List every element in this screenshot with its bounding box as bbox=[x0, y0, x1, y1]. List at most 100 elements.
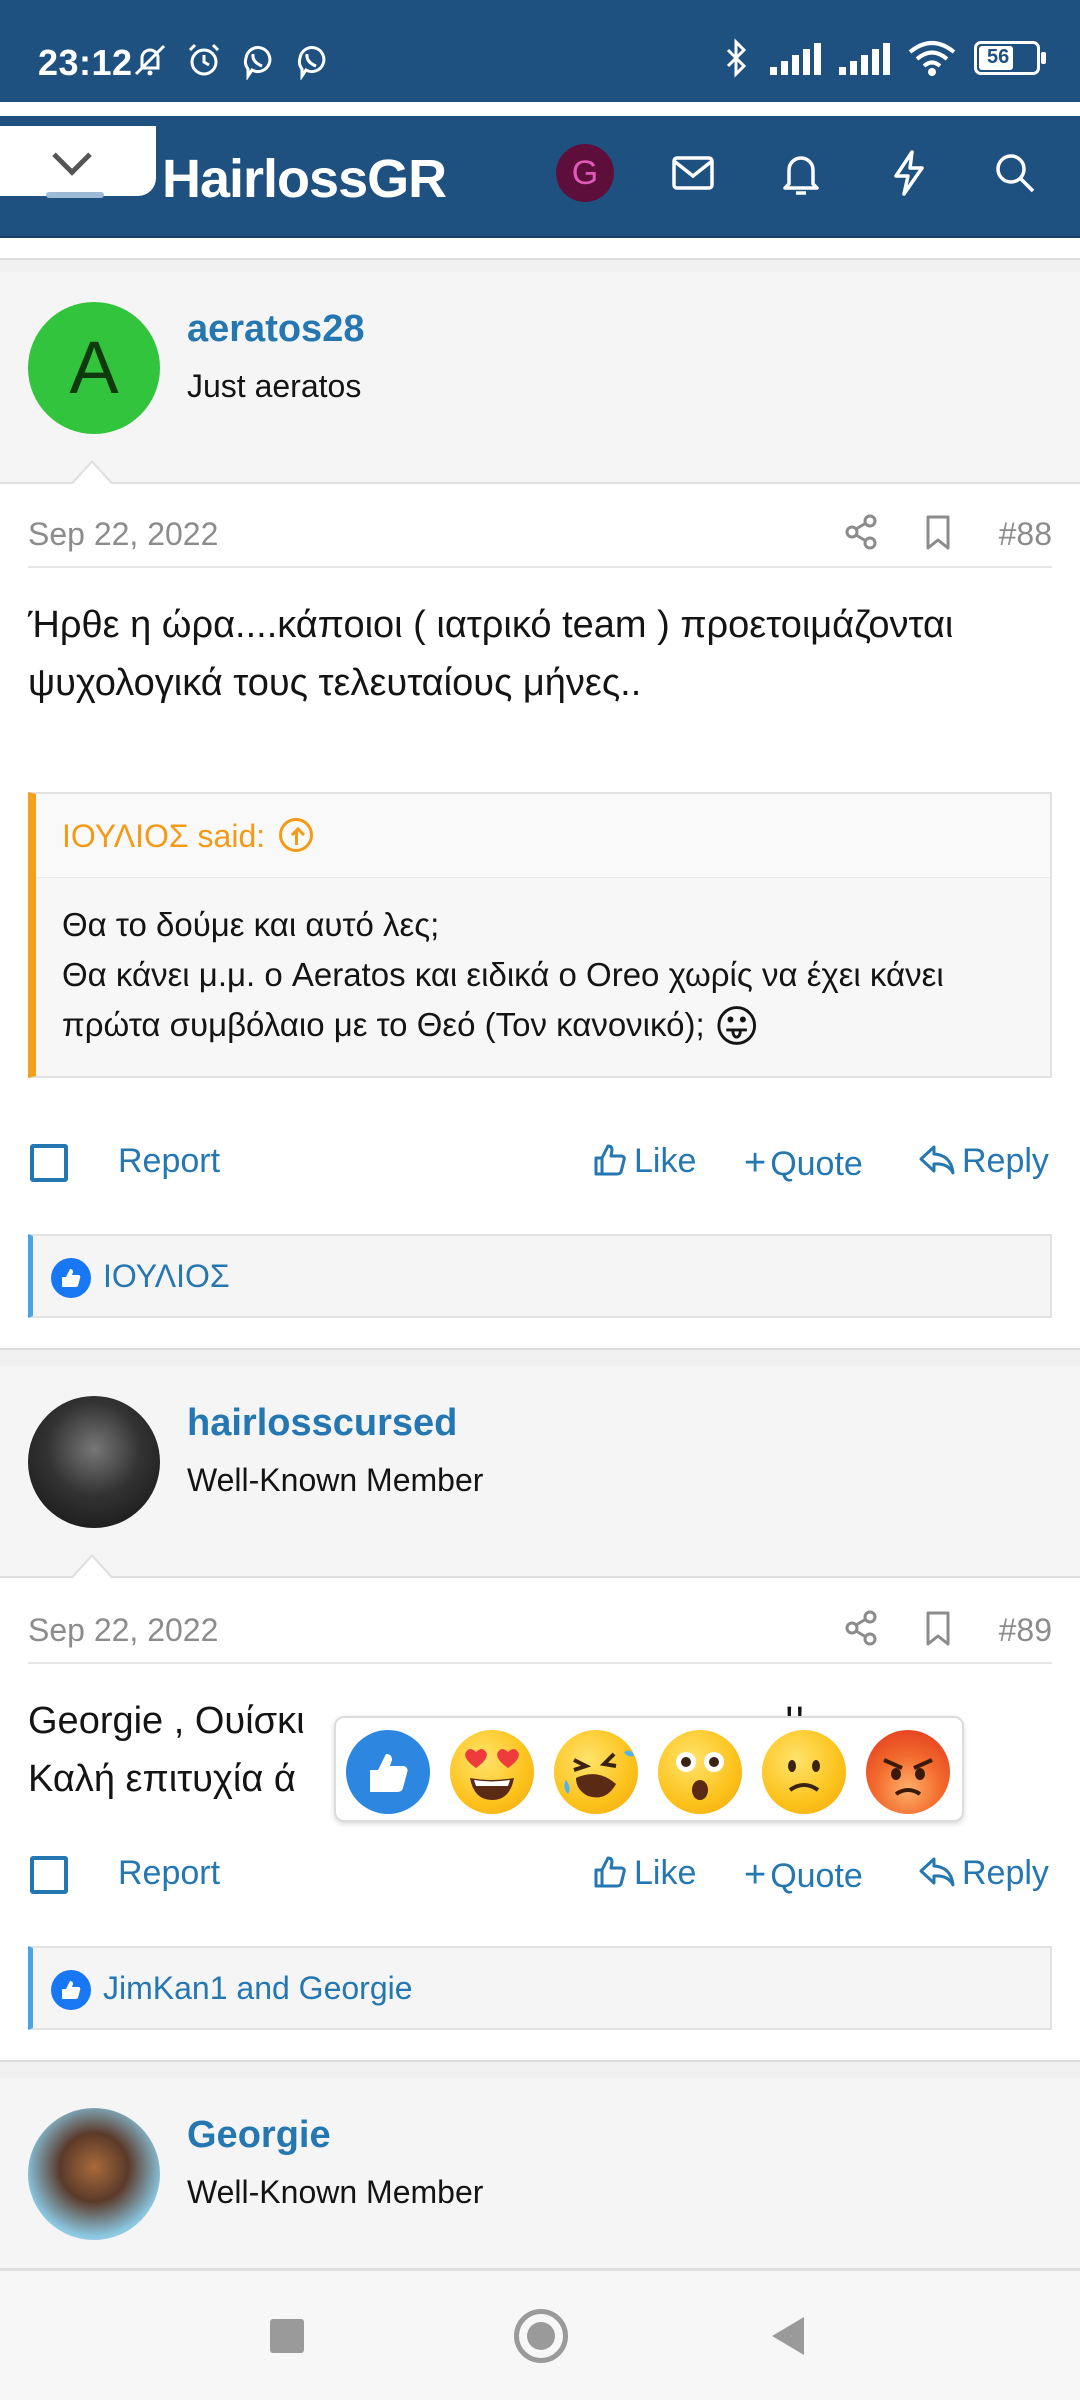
arrow-up-circle-icon[interactable] bbox=[279, 817, 314, 852]
select-checkbox[interactable] bbox=[30, 1856, 68, 1894]
recents-icon[interactable] bbox=[270, 2319, 304, 2353]
reaction-users[interactable]: ΙΟΥΛΙΟΣ bbox=[103, 1258, 230, 1295]
thumbs-up-icon bbox=[594, 1144, 626, 1176]
quote-body: Θα το δούμε και αυτό λες; Θα κάνει μ.μ. … bbox=[36, 878, 1050, 1070]
post-body-line: Georgie , Ουίσκι bbox=[28, 1700, 305, 1742]
viber-icon bbox=[297, 46, 326, 80]
avatar[interactable] bbox=[28, 2108, 160, 2240]
reactions-bar[interactable]: ΙΟΥΛΙΟΣ bbox=[28, 1234, 1052, 1318]
system-nav-bar bbox=[0, 2270, 1080, 2400]
reaction-picker bbox=[334, 1716, 964, 1822]
home-icon[interactable] bbox=[514, 2309, 568, 2363]
love-reaction-option[interactable] bbox=[450, 1730, 534, 1814]
post-number[interactable]: #89 bbox=[999, 1612, 1052, 1649]
plus-icon: + bbox=[744, 1142, 767, 1184]
bookmark-icon[interactable] bbox=[918, 512, 958, 552]
search-icon[interactable] bbox=[988, 146, 1042, 200]
post-date[interactable]: Sep 22, 2022 bbox=[28, 516, 218, 553]
like-reaction-icon bbox=[51, 1258, 91, 1298]
inbox-icon[interactable] bbox=[666, 146, 720, 200]
bolt-icon[interactable] bbox=[882, 146, 936, 200]
signal-icon bbox=[770, 41, 821, 75]
like-button[interactable]: Like bbox=[592, 1854, 696, 1893]
quote-header[interactable]: ΙΟΥΛΙΟΣ said: bbox=[36, 794, 1050, 878]
username[interactable]: hairlosscursed bbox=[187, 1402, 457, 1445]
viber-icon bbox=[243, 46, 272, 80]
post-separator bbox=[0, 258, 1080, 272]
post-pointer bbox=[70, 460, 114, 485]
like-reaction-option[interactable] bbox=[346, 1730, 430, 1814]
bookmark-icon[interactable] bbox=[918, 1608, 958, 1648]
select-checkbox[interactable] bbox=[30, 1144, 68, 1182]
tongue-emoji: 😛 bbox=[713, 1002, 760, 1052]
site-logo[interactable]: HairlossGR bbox=[162, 148, 447, 210]
post-actions: Report Like + Quote Reply bbox=[0, 1134, 1080, 1194]
back-icon[interactable] bbox=[772, 2317, 804, 2355]
post-separator bbox=[0, 2060, 1080, 2078]
battery-level: 56 bbox=[987, 46, 1010, 68]
post-actions: Report Like + Quote Reply bbox=[0, 1846, 1080, 1906]
reply-button[interactable]: Reply bbox=[918, 1142, 1049, 1181]
avatar[interactable] bbox=[28, 1396, 160, 1528]
post-author-block: hairlosscursed Well-Known Member bbox=[0, 1366, 1080, 1579]
reply-icon bbox=[919, 1857, 955, 1887]
status-system-icons: 56 bbox=[722, 38, 1046, 78]
menu-icon[interactable] bbox=[46, 192, 104, 198]
reply-label: Reply bbox=[962, 1142, 1049, 1180]
reply-button[interactable]: Reply bbox=[918, 1854, 1049, 1893]
post-date[interactable]: Sep 22, 2022 bbox=[28, 1612, 218, 1649]
share-icon[interactable] bbox=[842, 512, 882, 552]
reply-label: Reply bbox=[962, 1854, 1049, 1892]
battery-icon: 56 bbox=[974, 41, 1046, 75]
username[interactable]: Georgie bbox=[187, 2114, 331, 2157]
angry-reaction-option[interactable] bbox=[866, 1730, 950, 1814]
quote-button[interactable]: + Quote bbox=[744, 1142, 863, 1185]
reply-icon bbox=[919, 1145, 955, 1175]
user-title: Well-Known Member bbox=[187, 1462, 484, 1498]
status-time: 23:12 bbox=[38, 42, 133, 83]
reaction-users[interactable]: JimKan1 and Georgie bbox=[103, 1970, 413, 2007]
wifi-icon bbox=[908, 41, 956, 76]
status-bar: 23:12 56 bbox=[0, 0, 1080, 102]
post-author-block: A aeratos28 Just aeratos bbox=[0, 272, 1080, 485]
post-number[interactable]: #88 bbox=[999, 516, 1052, 553]
like-label: Like bbox=[634, 1142, 697, 1180]
haha-reaction-option[interactable] bbox=[554, 1730, 638, 1814]
like-reaction-icon bbox=[51, 1970, 91, 2010]
wow-reaction-option[interactable] bbox=[658, 1730, 742, 1814]
site-header: HairlossGR G bbox=[0, 102, 1080, 238]
post-separator bbox=[0, 1348, 1080, 1366]
thumbs-up-icon bbox=[594, 1856, 626, 1888]
plus-icon: + bbox=[744, 1854, 767, 1896]
mute-icon bbox=[134, 44, 166, 76]
status-notification-icons bbox=[130, 40, 332, 80]
alarm-icon bbox=[188, 43, 220, 76]
collapse-header-tab[interactable] bbox=[0, 126, 156, 196]
post-pointer bbox=[70, 1554, 114, 1579]
bell-icon[interactable] bbox=[774, 146, 828, 200]
avatar[interactable]: A bbox=[28, 302, 160, 434]
post-author-block: Georgie Well-Known Member bbox=[0, 2078, 1080, 2270]
user-title: Just aeratos bbox=[187, 368, 362, 404]
divider bbox=[28, 566, 1052, 568]
reactions-bar[interactable]: JimKan1 and Georgie bbox=[28, 1946, 1052, 2030]
sad-reaction-option[interactable] bbox=[762, 1730, 846, 1814]
username[interactable]: aeratos28 bbox=[187, 308, 364, 351]
blockquote: ΙΟΥΛΙΟΣ said: Θα το δούμε και αυτό λες; … bbox=[28, 792, 1052, 1078]
user-avatar[interactable]: G bbox=[556, 144, 614, 202]
quote-author[interactable]: ΙΟΥΛΙΟΣ said: bbox=[62, 818, 265, 854]
like-button[interactable]: Like bbox=[592, 1142, 696, 1181]
quote-line: Θα το δούμε και αυτό λες; bbox=[62, 906, 440, 943]
report-link[interactable]: Report bbox=[118, 1854, 220, 1893]
user-title: Well-Known Member bbox=[187, 2174, 484, 2210]
divider bbox=[28, 1662, 1052, 1664]
chevron-down-icon bbox=[52, 136, 92, 176]
quote-line: Θα κάνει μ.μ. ο Aeratos και ειδικά ο Ore… bbox=[62, 956, 944, 1043]
quote-label: Quote bbox=[770, 1857, 863, 1895]
bluetooth-icon bbox=[726, 38, 747, 78]
quote-button[interactable]: + Quote bbox=[744, 1854, 863, 1897]
share-icon[interactable] bbox=[842, 1608, 882, 1648]
like-label: Like bbox=[634, 1854, 697, 1892]
signal-icon bbox=[839, 41, 890, 75]
report-link[interactable]: Report bbox=[118, 1142, 220, 1181]
